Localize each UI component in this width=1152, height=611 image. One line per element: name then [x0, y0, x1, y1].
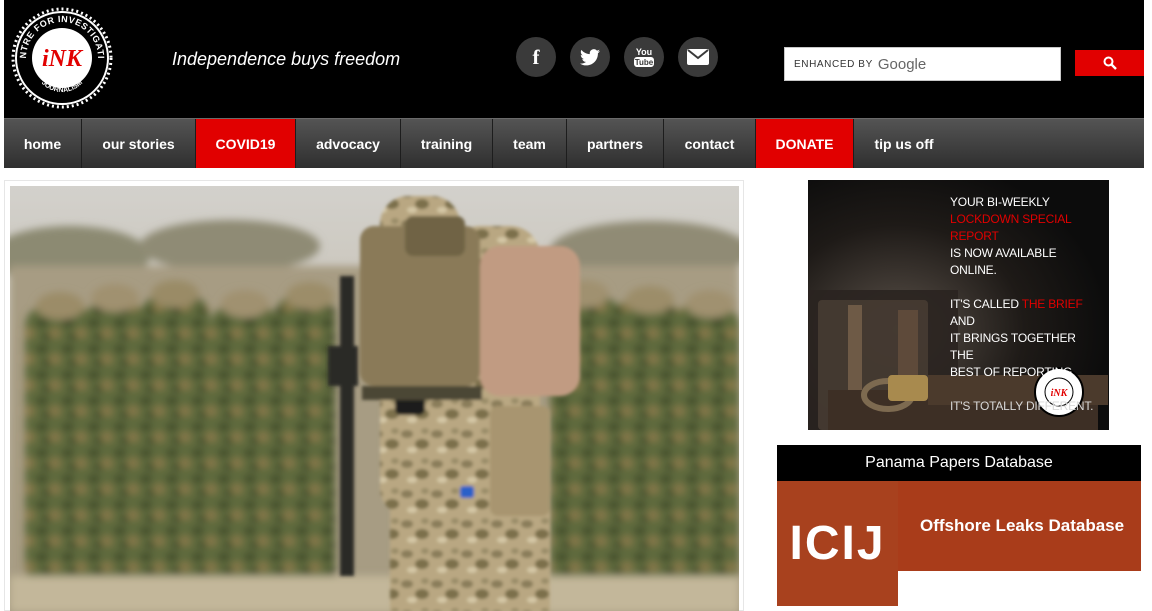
promo-line-highlight: LOCKDOWN SPECIAL REPORT — [950, 212, 1072, 243]
icij-logo: ICIJ — [777, 481, 898, 606]
search-button[interactable] — [1075, 50, 1144, 76]
nav-item-contact[interactable]: contact — [664, 119, 756, 168]
nav-item-our-stories[interactable]: our stories — [82, 119, 196, 168]
offshore-leaks-label: Offshore Leaks Database — [920, 516, 1125, 535]
nav-item-donate[interactable]: DONATE — [756, 119, 854, 168]
nav-item-covid19[interactable]: COVID19 — [196, 119, 296, 168]
offshore-leaks-banner[interactable]: ICIJ Offshore Leaks Database — [777, 481, 1141, 606]
svg-text:Tube: Tube — [635, 58, 654, 67]
youtube-icon: You Tube — [634, 47, 654, 67]
search-label: ENHANCED BY — [794, 58, 873, 70]
promo-line: IS NOW AVAILABLE ONLINE. — [950, 246, 1057, 277]
panama-papers-title: Panama Papers Database — [777, 445, 1141, 481]
site-logo[interactable]: CENTRE FOR INVESTIGATIVE JOURNALISM iNK — [7, 0, 114, 110]
banner-spacer — [898, 571, 1141, 606]
site-tagline: Independence buys freedom — [172, 49, 401, 69]
youtube-link[interactable]: You Tube — [624, 37, 664, 77]
nav-item-home[interactable]: home — [4, 119, 82, 168]
twitter-link[interactable] — [570, 37, 610, 77]
offshore-leaks-label-box: Offshore Leaks Database — [898, 481, 1141, 571]
promo-line: BEST OF REPORTING. — [950, 365, 1076, 379]
the-brief-highlight: THE BRIEF — [1021, 297, 1083, 311]
svg-text:iNK: iNK — [42, 46, 84, 72]
search-icon — [1103, 56, 1117, 70]
nav-item-team[interactable]: team — [493, 119, 567, 168]
main-nav: home our stories COVID19 advocacy traini… — [4, 118, 1144, 168]
icij-logo-text: ICIJ — [789, 517, 886, 570]
featured-story-image[interactable] — [10, 186, 739, 611]
promo-text: YOUR BI-WEEKLY LOCKDOWN SPECIAL REPORT I… — [950, 194, 1100, 415]
facebook-icon: f — [532, 44, 540, 69]
panama-papers-widget: Panama Papers Database ICIJ Offshore Lea… — [777, 445, 1141, 611]
svg-text:You: You — [636, 47, 652, 57]
search-brand: Google — [877, 55, 927, 73]
the-brief-promo[interactable]: iNK YOUR BI-WEEKLY LOCKDOWN SPECIAL REPO… — [808, 180, 1109, 430]
facebook-link[interactable]: f — [516, 37, 556, 77]
page: CENTRE FOR INVESTIGATIVE JOURNALISM iNK … — [0, 0, 1152, 611]
envelope-icon — [687, 49, 709, 65]
nav-item-partners[interactable]: partners — [567, 119, 664, 168]
nav-item-advocacy[interactable]: advocacy — [296, 119, 401, 168]
twitter-icon — [580, 48, 600, 65]
search-input[interactable]: ENHANCED BY Google — [784, 47, 1061, 81]
email-link[interactable] — [678, 37, 718, 77]
promo-line: YOUR BI-WEEKLY — [950, 195, 1050, 209]
site-header: CENTRE FOR INVESTIGATIVE JOURNALISM iNK … — [4, 0, 1144, 118]
nav-item-training[interactable]: training — [401, 119, 493, 168]
promo-line: IT'S CALLED THE BRIEF AND — [950, 297, 1083, 328]
featured-story[interactable] — [4, 180, 744, 611]
nav-item-tip-us-off[interactable]: tip us off — [854, 119, 954, 168]
promo-line: IT'S TOTALLY DIFFERENT. — [950, 399, 1094, 413]
promo-line: IT BRINGS TOGETHER THE — [950, 331, 1076, 362]
